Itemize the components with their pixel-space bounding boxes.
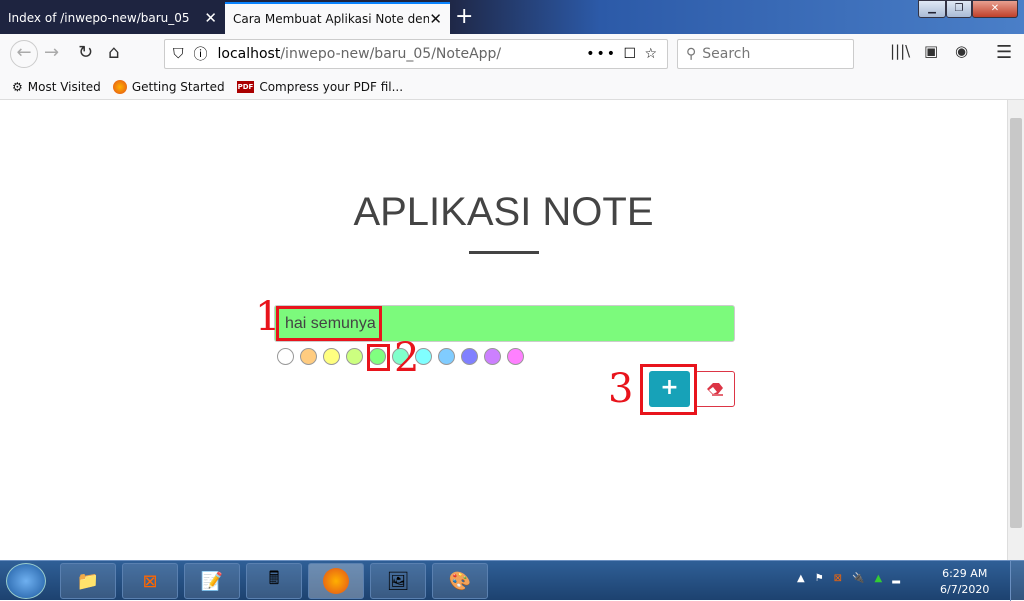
search-icon: ⚲ xyxy=(686,46,697,62)
bookmarks-bar: ⚙ Most Visited Getting Started PDF Compres… xyxy=(0,74,1024,100)
close-icon[interactable]: ✕ xyxy=(204,9,217,27)
scrollbar-thumb[interactable] xyxy=(1010,118,1022,528)
explorer-taskbar-icon[interactable]: 📁 xyxy=(60,563,116,599)
color-option[interactable] xyxy=(484,348,501,365)
color-option[interactable] xyxy=(438,348,455,365)
annotation-box-2 xyxy=(367,344,390,371)
eraser-icon xyxy=(707,383,723,396)
color-option[interactable] xyxy=(300,348,317,365)
bookmark-getting-started[interactable]: Getting Started xyxy=(112,79,225,94)
clear-button[interactable] xyxy=(695,371,735,407)
info-icon[interactable]: ⓘ xyxy=(194,44,208,64)
scrollbar[interactable] xyxy=(1007,100,1024,560)
sidebar-icon[interactable]: ▣ xyxy=(924,42,938,60)
search-input[interactable]: ⚲ Search xyxy=(677,39,854,69)
close-window-button[interactable]: ✕ xyxy=(972,0,1018,18)
minimize-button[interactable]: ▁ xyxy=(918,0,946,18)
taskbar: 📁 ⊠ 📝 🖩 🖼 🎨 ▲⚑⊠🔌▲▂ 6:29 AM 6/7/2020 xyxy=(0,560,1024,601)
new-tab-button[interactable]: + xyxy=(455,4,473,29)
xampp-taskbar-icon[interactable]: ⊠ xyxy=(122,563,178,599)
notepadpp-taskbar-icon[interactable]: 📝 xyxy=(184,563,240,599)
library-icon[interactable]: |||\ xyxy=(890,42,910,60)
annotation-label-2: 2 xyxy=(394,335,420,381)
color-option[interactable] xyxy=(461,348,478,365)
show-desktop-button[interactable] xyxy=(1010,561,1024,601)
calculator-taskbar-icon[interactable]: 🖩 xyxy=(246,563,302,599)
page-actions[interactable]: ••• ☐ ☆ xyxy=(586,46,659,62)
close-icon[interactable]: ✕ xyxy=(429,10,442,28)
color-option[interactable] xyxy=(277,348,294,365)
annotation-label-3: 3 xyxy=(608,366,634,412)
bookmark-compress-pdf[interactable]: PDF Compress your PDF fil... xyxy=(236,80,403,94)
forward-icon[interactable]: → xyxy=(44,42,59,63)
color-option[interactable] xyxy=(507,348,524,365)
clock[interactable]: 6:29 AM 6/7/2020 xyxy=(940,566,989,598)
shield-icon[interactable]: ⛉ xyxy=(173,46,184,62)
account-icon[interactable]: ◉ xyxy=(955,42,968,60)
bookmark-most-visited[interactable]: ⚙ Most Visited xyxy=(12,80,101,94)
tab-bar: Index of /inwepo-new/baru_05 ✕ Cara Membu… xyxy=(0,0,1024,34)
paint-taskbar-icon[interactable]: 🎨 xyxy=(432,563,488,599)
tray-icons[interactable]: ▲⚑⊠🔌▲▂ xyxy=(797,573,910,584)
annotation-box-3 xyxy=(640,364,697,415)
photo-viewer-taskbar-icon[interactable]: 🖼 xyxy=(370,563,426,599)
title-divider xyxy=(469,251,539,254)
home-icon[interactable]: ⌂ xyxy=(108,42,119,63)
menu-icon[interactable]: ☰ xyxy=(996,42,1012,63)
start-button[interactable] xyxy=(6,563,46,599)
reload-icon[interactable]: ↻ xyxy=(78,42,93,63)
annotation-label-1: 1 xyxy=(255,294,281,340)
firefox-taskbar-icon[interactable] xyxy=(308,563,364,599)
color-option[interactable] xyxy=(323,348,340,365)
gear-icon: ⚙ xyxy=(12,79,23,94)
url-bar[interactable]: ⛉ ⓘ localhost/inwepo-new/baru_05/NoteApp… xyxy=(164,39,668,69)
color-option[interactable] xyxy=(346,348,363,365)
page-title: APLIKASI NOTE xyxy=(353,190,654,234)
firefox-icon xyxy=(112,79,127,94)
back-icon[interactable]: ← xyxy=(10,40,38,68)
tab-index[interactable]: Index of /inwepo-new/baru_05 ✕ xyxy=(0,2,225,34)
nav-bar: ← → ↻ ⌂ ⛉ ⓘ localhost/inwepo-new/baru_05… xyxy=(0,34,1024,74)
maximize-button[interactable]: ❐ xyxy=(946,0,972,18)
annotation-box-1 xyxy=(276,306,382,341)
pdf-icon: PDF xyxy=(236,80,255,93)
tab-active[interactable]: Cara Membuat Aplikasi Note dengan✕ xyxy=(225,2,450,34)
